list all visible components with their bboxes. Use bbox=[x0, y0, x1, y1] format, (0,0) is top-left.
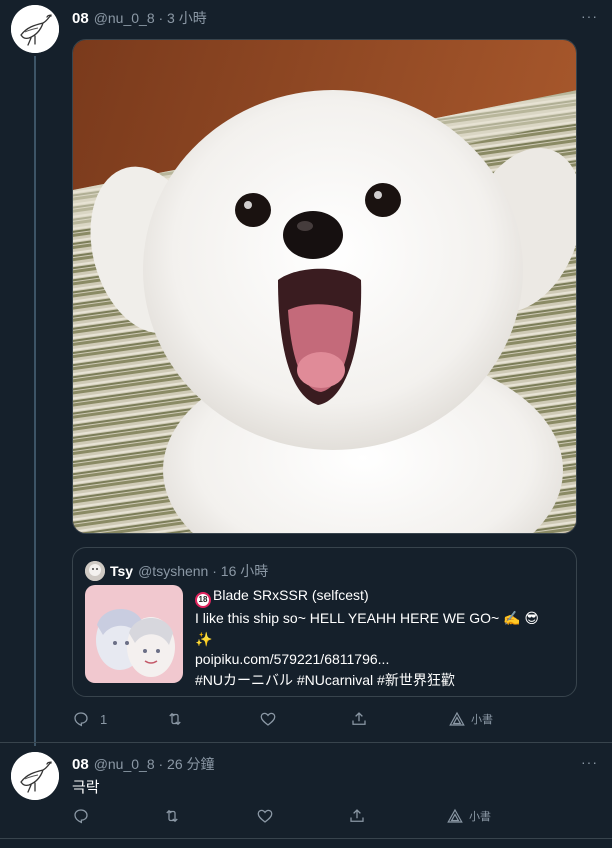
share-icon bbox=[350, 809, 364, 822]
more-options-button[interactable]: ··· bbox=[581, 8, 598, 24]
share-button[interactable] bbox=[350, 710, 368, 728]
display-name[interactable]: 08 bbox=[72, 10, 89, 27]
promote-label: 小書 bbox=[471, 714, 493, 726]
tweet-1[interactable]: 08 @nu_0_8 · 3 小時 ··· Tsy @tsyshenn · 16… bbox=[0, 0, 612, 746]
retweet-button[interactable] bbox=[163, 807, 181, 825]
quote-thumbnail[interactable] bbox=[85, 585, 183, 683]
promote-label: 小書 bbox=[469, 811, 491, 823]
share-icon bbox=[352, 712, 366, 725]
quoted-tweet[interactable]: Tsy @tsyshenn · 16 小時 18 Blade SRxSSR (se… bbox=[72, 547, 577, 697]
quote-hashtags[interactable]: #NUカーニバル #NUcarnival #新世界狂歡 bbox=[195, 670, 567, 691]
anime-art-thumbnail bbox=[85, 585, 183, 683]
share-button[interactable] bbox=[348, 807, 366, 825]
dog-photo bbox=[73, 40, 576, 533]
heart-icon bbox=[260, 712, 276, 726]
more-options-button[interactable]: ··· bbox=[581, 754, 598, 770]
reply-icon bbox=[74, 809, 88, 824]
quote-link[interactable]: poipiku.com/579221/6811796... bbox=[195, 649, 567, 670]
promote-icon bbox=[447, 808, 463, 823]
tweet-divider bbox=[0, 838, 612, 839]
quote-text: 18 Blade SRxSSR (selfcest) I like this sh… bbox=[195, 585, 567, 690]
reply-button[interactable] bbox=[72, 807, 90, 825]
handle-time[interactable]: @nu_0_8 · 26 分鐘 bbox=[94, 754, 215, 774]
promote-icon bbox=[449, 711, 465, 726]
quote-display-name: Tsy bbox=[110, 563, 134, 579]
quote-avatar-image bbox=[85, 561, 105, 581]
heart-icon bbox=[257, 809, 273, 823]
retweet-button[interactable] bbox=[166, 710, 184, 728]
promote-button[interactable]: 小書 bbox=[446, 807, 491, 825]
retweet-icon bbox=[169, 712, 181, 726]
tweet-photo[interactable] bbox=[72, 39, 577, 534]
quote-line-3: ✨ bbox=[195, 630, 213, 647]
tweet-actions: 1 小書 bbox=[72, 710, 542, 730]
age-18-icon: 18 bbox=[195, 592, 211, 608]
quote-header: Tsy @tsyshenn · 16 小時 bbox=[85, 561, 268, 581]
bird-sketch-icon bbox=[11, 752, 59, 800]
reply-icon bbox=[74, 712, 88, 727]
retweet-icon bbox=[166, 809, 178, 823]
promote-button[interactable]: 小書 bbox=[448, 710, 493, 728]
quote-line-1: 18 Blade SRxSSR (selfcest) bbox=[195, 585, 567, 608]
avatar[interactable] bbox=[11, 5, 59, 53]
display-name[interactable]: 08 bbox=[72, 756, 89, 773]
like-button[interactable] bbox=[256, 807, 274, 825]
thread-line bbox=[34, 56, 36, 746]
tweet-actions: 小書 bbox=[72, 807, 542, 827]
avatar[interactable] bbox=[11, 752, 59, 800]
bird-sketch-icon bbox=[11, 5, 59, 53]
tweet-text: 극락 bbox=[72, 779, 100, 796]
tweet-2[interactable]: 08 @nu_0_8 · 26 分鐘 ··· 극락 小書 bbox=[0, 743, 612, 843]
quote-line-2: I like this ship so~ HELL YEAHH HERE WE … bbox=[195, 610, 540, 626]
reply-count: 1 bbox=[100, 711, 108, 727]
quote-avatar[interactable] bbox=[85, 561, 105, 581]
tweet-header: 08 @nu_0_8 · 26 分鐘 bbox=[72, 754, 215, 774]
like-button[interactable] bbox=[259, 710, 277, 728]
tweet-header: 08 @nu_0_8 · 3 小時 bbox=[72, 8, 207, 28]
reply-button[interactable]: 1 bbox=[72, 710, 107, 728]
quote-handle-time: @tsyshenn · 16 小時 bbox=[138, 563, 269, 579]
handle-time[interactable]: @nu_0_8 · 3 小時 bbox=[94, 8, 207, 28]
